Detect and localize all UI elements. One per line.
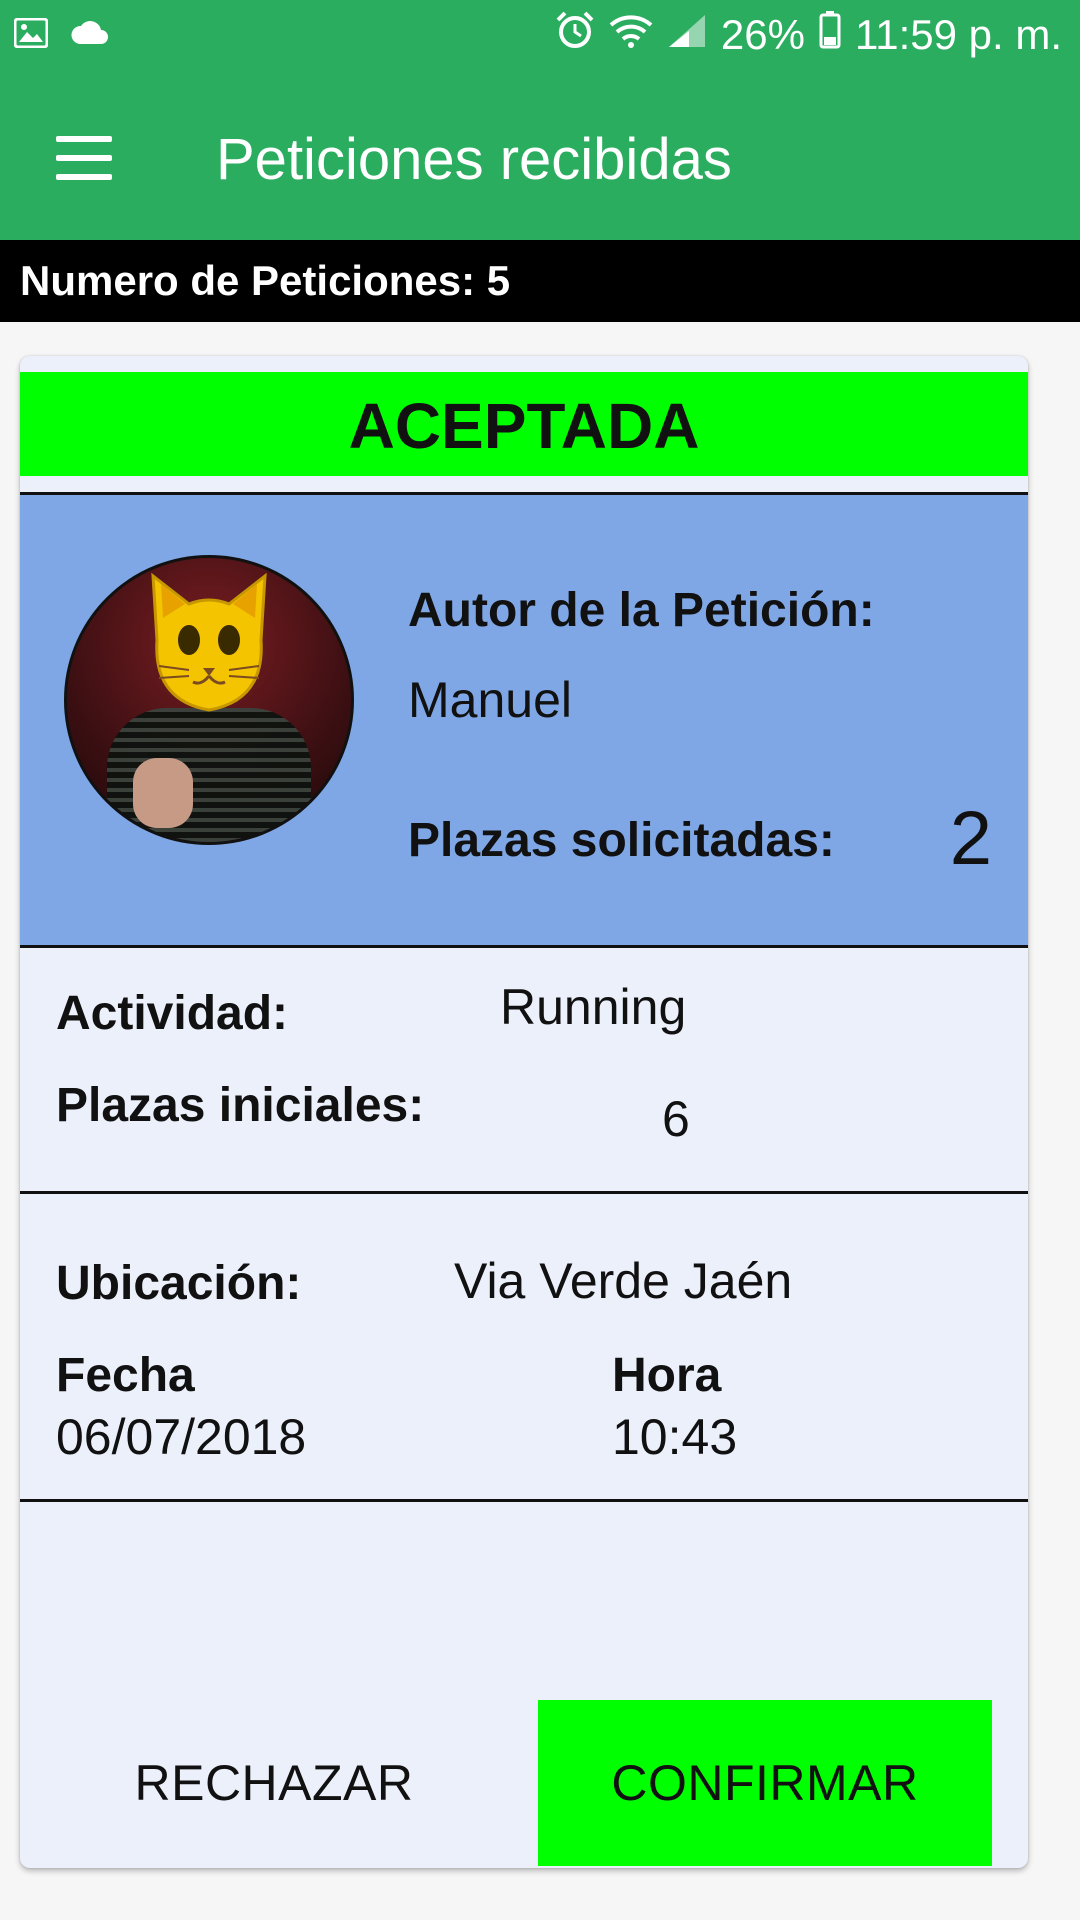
cat-face-icon (151, 572, 267, 712)
wifi-icon (609, 11, 653, 59)
alarm-icon (555, 10, 595, 60)
date-label: Fecha (56, 1349, 195, 1402)
time-value: 10:43 (612, 1409, 738, 1465)
activity-label: Actividad: (56, 987, 289, 1040)
clock: 11:59 p. m. (854, 11, 1062, 58)
initial-seats-value: 6 (662, 1091, 690, 1147)
signal-icon (667, 11, 707, 59)
avatar (64, 555, 354, 845)
activity-value: Running (500, 979, 687, 1035)
author-label: Autor de la Petición: (408, 584, 875, 637)
page-title: Peticiones recibidas (216, 127, 732, 192)
image-icon (13, 17, 49, 53)
battery-icon (819, 11, 841, 59)
date-value: 06/07/2018 (56, 1409, 307, 1465)
status-bar: 26% 11:59 p. m. (0, 0, 1080, 76)
request-count: Numero de Peticiones: 5 (20, 257, 511, 304)
request-card: ACEPTADA Autor de la Petición: Manuel Pl… (20, 356, 1028, 1868)
battery-percent: 26% (720, 11, 805, 58)
cloud-icon (70, 20, 110, 51)
initial-seats-label: Plazas iniciales: (56, 1079, 425, 1132)
reject-button[interactable]: RECHAZAR (56, 1700, 492, 1866)
location-value: Via Verde Jaén (454, 1253, 793, 1309)
activity-section: Actividad: Running Plazas iniciales: 6 (20, 948, 1028, 1194)
app-bar: Peticiones recibidas (0, 76, 1080, 240)
time-label: Hora (612, 1349, 722, 1402)
author-name: Manuel (408, 672, 572, 728)
request-count-bar: Numero de Peticiones: 5 (0, 240, 1080, 322)
status-badge: ACEPTADA (20, 372, 1028, 476)
confirm-button[interactable]: CONFIRMAR (538, 1700, 992, 1866)
seats-requested-value: 2 (949, 796, 992, 881)
location-section: Ubicación: Via Verde Jaén Fecha 06/07/20… (20, 1194, 1028, 1502)
seats-requested-label: Plazas solicitadas: (408, 814, 835, 867)
author-section: Autor de la Petición: Manuel Plazas soli… (20, 492, 1028, 948)
location-label: Ubicación: (56, 1257, 302, 1310)
hamburger-menu-icon[interactable] (56, 136, 112, 180)
